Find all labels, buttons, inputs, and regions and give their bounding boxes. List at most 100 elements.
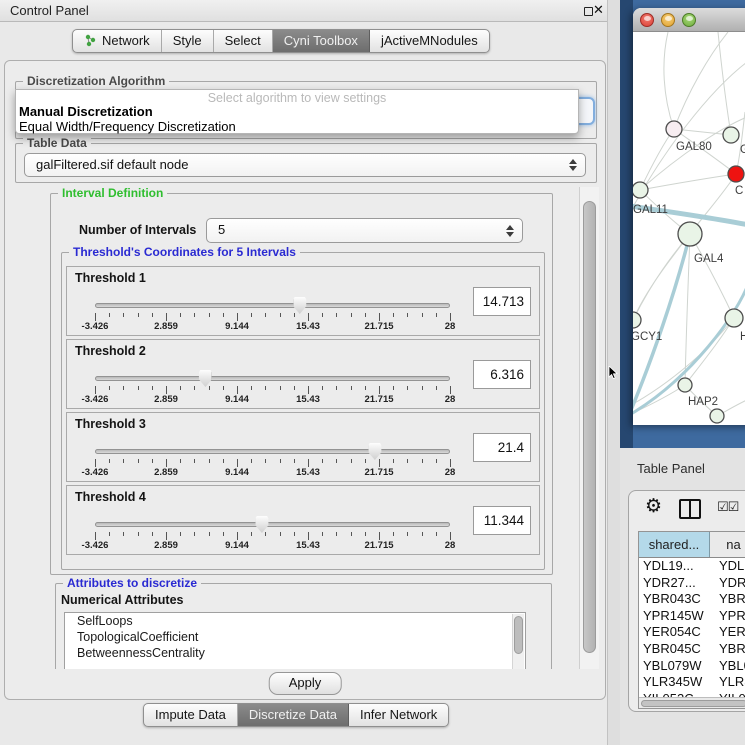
threshold-slider-track[interactable] [95, 522, 450, 527]
cell-name: YER0 [710, 624, 745, 641]
threshold-value-field[interactable]: 21.4 [473, 433, 531, 462]
apply-button[interactable]: Apply [269, 672, 342, 695]
network-window-titlebar[interactable] [633, 8, 745, 32]
discretization-algorithm-title: Discretization Algorithm [23, 74, 169, 88]
menu-item-equal-width-frequency[interactable]: Equal Width/Frequency Discretization [19, 119, 236, 134]
column-header-name[interactable]: na [710, 532, 745, 557]
network-icon [84, 34, 97, 47]
network-node-label: GAL80 [676, 141, 712, 153]
table-row[interactable]: YER054CYER0 [639, 624, 745, 641]
threshold-slider-track[interactable] [95, 449, 450, 454]
tab-jactivemnodules[interactable]: jActiveMNodules [370, 30, 489, 52]
close-traffic-light[interactable] [640, 13, 654, 27]
cell-name: YDR2 [710, 575, 745, 592]
cell-shared-name: YBR045C [639, 641, 710, 658]
table-row[interactable]: YPR145WYPR1 [639, 608, 745, 625]
table-rows: YDL19...YDL1YDR27...YDR2YBR043CYBR0YPR14… [639, 558, 745, 698]
float-window-icon[interactable] [584, 7, 593, 16]
minimize-traffic-light[interactable] [661, 13, 675, 27]
attribute-list-item[interactable]: TopologicalCoefficient [65, 629, 525, 645]
attributes-scrollbar-thumb[interactable] [514, 616, 523, 654]
network-node-h[interactable] [725, 309, 743, 327]
attributes-scrollbar[interactable] [512, 614, 524, 669]
control-panel-titlebar: Control Panel ✕ [0, 0, 607, 22]
tab-cyni-toolbox[interactable]: Cyni Toolbox [273, 30, 370, 52]
cyni-content-panel: Discretization Algorithm Select algorith… [4, 60, 606, 700]
threshold-slider-thumb[interactable] [199, 370, 212, 387]
network-node-ga[interactable] [723, 127, 739, 143]
gear-icon[interactable]: ⚙ [645, 495, 662, 518]
network-node-label: HAP2 [688, 396, 718, 408]
table-row[interactable]: YBR043CYBR0 [639, 591, 745, 608]
table-row[interactable]: YBL079WYBL0 [639, 658, 745, 675]
attributes-title: Attributes to discretize [63, 576, 201, 590]
threshold-slider-track[interactable] [95, 303, 450, 308]
tab-discretize-data[interactable]: Discretize Data [238, 704, 349, 726]
network-edge [685, 318, 734, 385]
algorithm-dropdown-popup: Select algorithm to view settings Manual… [15, 89, 579, 134]
control-panel: Control Panel ✕ Network Style Select Cyn… [0, 0, 607, 745]
attribute-list-item[interactable]: BetweennessCentrality [65, 645, 525, 661]
zoom-traffic-light[interactable] [682, 13, 696, 27]
tab-network[interactable]: Network [73, 30, 162, 52]
slider-ticks [95, 532, 450, 540]
network-node-gcy1[interactable] [633, 312, 641, 328]
number-of-intervals-label: Number of Intervals [79, 223, 196, 237]
column-header-shared-name[interactable]: shared... [639, 532, 710, 557]
threshold-slider-thumb[interactable] [293, 297, 306, 314]
number-of-intervals-value: 5 [218, 222, 225, 237]
tab-style[interactable]: Style [162, 30, 214, 52]
bottom-tab-bar: Impute Data Discretize Data Infer Networ… [143, 703, 449, 727]
network-node-label: GA [740, 144, 745, 156]
table-h-scrollbar-thumb[interactable] [641, 700, 745, 707]
tab-select[interactable]: Select [214, 30, 273, 52]
settings-scrollbar[interactable] [579, 187, 599, 669]
table-row[interactable]: YDL19...YDL1 [639, 558, 745, 575]
menu-item-manual-discretization[interactable]: Manual Discretization [19, 104, 153, 119]
settings-scrollbar-thumb[interactable] [583, 201, 596, 653]
table-data-group: Table Data galFiltered.sif default node [15, 143, 597, 183]
tab-impute-data[interactable]: Impute Data [144, 704, 238, 726]
numerical-attributes-list[interactable]: SelfLoopsTopologicalCoefficientBetweenne… [64, 612, 526, 669]
threshold-rows: Threshold 1-3.4262.8599.14415.4321.71528… [66, 266, 540, 558]
table-data-combo[interactable]: galFiltered.sif default node [24, 153, 586, 177]
threshold-label: Threshold 4 [75, 490, 146, 504]
thresholds-group: Threshold's Coordinates for 5 Intervals … [61, 252, 545, 570]
threshold-value-field[interactable]: 6.316 [473, 360, 531, 389]
network-node-label: C [735, 185, 743, 197]
network-node-label: GAL4 [694, 253, 724, 265]
cell-name: YLR3 [710, 674, 745, 691]
table-row[interactable]: YDR27...YDR2 [639, 575, 745, 592]
number-of-intervals-spinner[interactable]: 5 [206, 218, 523, 243]
table-row[interactable]: YLR345WYLR3 [639, 674, 745, 691]
network-node-gal4[interactable] [678, 222, 702, 246]
slider-ticks [95, 386, 450, 394]
network-canvas[interactable]: GAL80GACGAL11GAL4GCY1HHAP2 [633, 32, 745, 425]
spinner-arrows-icon [506, 225, 514, 237]
cell-name: YPR1 [710, 608, 745, 625]
network-node-gal11[interactable] [633, 182, 648, 198]
network-node-hap2[interactable] [678, 378, 692, 392]
network-edge [640, 174, 736, 190]
threshold-slider-thumb[interactable] [255, 516, 268, 533]
slider-tick-labels: -3.4262.8599.14415.4321.71528 [95, 321, 450, 333]
cell-shared-name: YDL19... [639, 558, 710, 575]
threshold-value-field[interactable]: 11.344 [473, 506, 531, 535]
network-node-c[interactable] [728, 166, 744, 182]
threshold-value-field[interactable]: 14.713 [473, 287, 531, 316]
threshold-label: Threshold 2 [75, 344, 146, 358]
threshold-slider-track[interactable] [95, 376, 450, 381]
table-row[interactable]: YBR045CYBR0 [639, 641, 745, 658]
close-icon[interactable]: ✕ [593, 2, 607, 18]
attribute-list-item[interactable]: SelfLoops [65, 613, 525, 629]
cell-shared-name: YER054C [639, 624, 710, 641]
threshold-slider-thumb[interactable] [368, 443, 381, 460]
slider-tick-labels: -3.4262.8599.14415.4321.71528 [95, 540, 450, 552]
network-edge [640, 129, 674, 190]
checkbox-icons[interactable]: ☑☑ [717, 499, 738, 515]
column-split-icon[interactable] [679, 499, 701, 519]
network-node[interactable] [710, 409, 724, 423]
network-node-gal80[interactable] [666, 121, 682, 137]
table-h-scrollbar[interactable] [639, 697, 745, 708]
tab-infer-network[interactable]: Infer Network [349, 704, 448, 726]
